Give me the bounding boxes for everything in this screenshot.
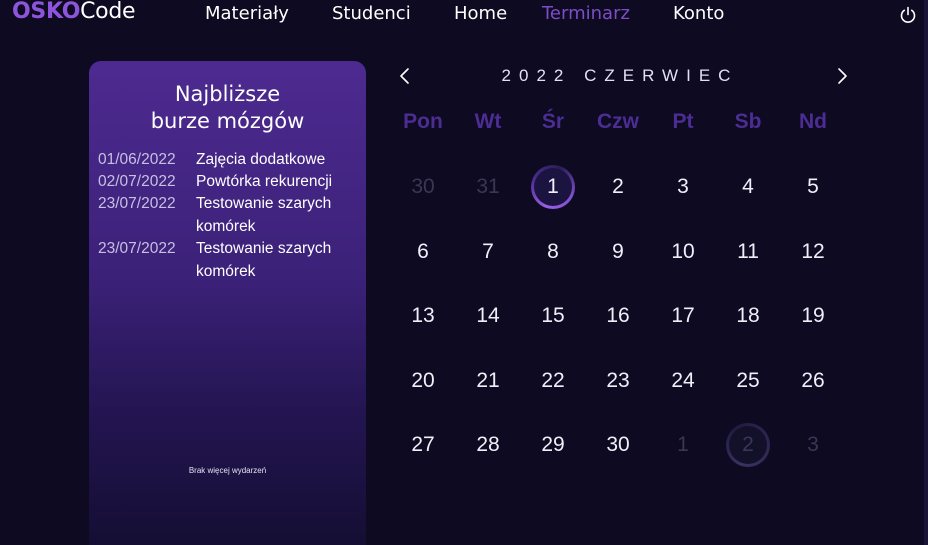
calendar-day[interactable]: 16: [586, 301, 650, 331]
calendar-day[interactable]: 25: [716, 366, 780, 396]
calendar-day[interactable]: 19: [781, 301, 845, 331]
calendar-day[interactable]: 14: [456, 301, 520, 331]
calendar-day[interactable]: 3: [651, 172, 715, 202]
calendar-day[interactable]: 12: [781, 237, 845, 267]
calendar-day[interactable]: 13: [391, 301, 455, 331]
nav-item-terminarz[interactable]: Terminarz: [542, 3, 630, 25]
calendar-day[interactable]: 7: [456, 237, 520, 267]
event-name: Testowanie szarych komórek: [196, 195, 332, 235]
nav-item-materialy[interactable]: Materiały: [205, 3, 289, 25]
calendar-day[interactable]: 4: [716, 172, 780, 202]
logo[interactable]: OSKOCode: [12, 0, 136, 24]
app-root: OSKOCode Materiały Studenci Home Termina…: [0, 0, 928, 545]
calendar-day[interactable]: 8: [521, 237, 585, 267]
calendar-day[interactable]: 24: [651, 366, 715, 396]
event-date: 23/07/2022: [98, 240, 176, 257]
chevron-right-icon[interactable]: [835, 67, 849, 85]
weekday-label: Śr: [541, 110, 565, 133]
calendar-day[interactable]: 30: [391, 172, 455, 202]
logo-text-code: Code: [80, 0, 136, 24]
panel-title-line1: Najbliższe: [174, 82, 281, 106]
month-title: 2022 CZERWIEC: [501, 66, 739, 85]
chevron-left-icon[interactable]: [398, 67, 412, 85]
calendar-day[interactable]: 26: [781, 366, 845, 396]
power-icon[interactable]: [899, 6, 917, 24]
calendar-day[interactable]: 29: [521, 430, 585, 460]
event-name: Testowanie szarych komórek: [196, 240, 332, 280]
calendar-day-today[interactable]: 1: [521, 172, 585, 202]
calendar-day[interactable]: 31: [456, 172, 520, 202]
weekday-label: Pt: [672, 110, 694, 133]
calendar-day[interactable]: 18: [716, 301, 780, 331]
scrollbar[interactable]: [924, 0, 928, 545]
event-name: Powtórka rekurencji: [196, 173, 333, 190]
panel-title-line2: burze mózgów: [150, 109, 305, 133]
logo-text-osko: OSKO: [12, 0, 81, 24]
nav-item-home[interactable]: Home: [454, 3, 507, 25]
event-name: Zajęcia dodatkowe: [196, 151, 326, 168]
event-date: 01/06/2022: [98, 151, 176, 168]
calendar-day[interactable]: 9: [586, 237, 650, 267]
weekday-label: Pon: [403, 110, 443, 133]
event-date: 23/07/2022: [98, 195, 176, 212]
weekday-label: Wt: [474, 110, 502, 133]
calendar-day[interactable]: 2: [586, 172, 650, 202]
calendar-day[interactable]: 5: [781, 172, 845, 202]
nav-item-studenci[interactable]: Studenci: [332, 3, 411, 25]
calendar-day[interactable]: 23: [586, 366, 650, 396]
no-more-events-text: Brak więcej wydarzeń: [188, 466, 267, 475]
nav-item-konto[interactable]: Konto: [673, 3, 724, 25]
calendar-day[interactable]: 20: [391, 366, 455, 396]
calendar-day[interactable]: 21: [456, 366, 520, 396]
calendar-day[interactable]: 28: [456, 430, 520, 460]
calendar-day[interactable]: 6: [391, 237, 455, 267]
calendar-day[interactable]: 17: [651, 301, 715, 331]
calendar-day[interactable]: 27: [391, 430, 455, 460]
calendar-day[interactable]: 3: [781, 430, 845, 460]
calendar-day[interactable]: 22: [521, 366, 585, 396]
calendar-day[interactable]: 11: [716, 237, 780, 267]
calendar-day[interactable]: 30: [586, 430, 650, 460]
upcoming-events-panel: Najbliższe burze mózgów 01/06/2022 Zajęc…: [89, 61, 366, 545]
calendar-day[interactable]: 1: [651, 430, 715, 460]
weekday-label: Czw: [597, 110, 639, 133]
weekday-label: Nd: [799, 110, 827, 133]
calendar-day[interactable]: 10: [651, 237, 715, 267]
weekday-label: Sb: [734, 110, 762, 133]
calendar-day[interactable]: 15: [521, 301, 585, 331]
calendar-day-highlighted[interactable]: 2: [716, 430, 780, 460]
panel-title: Najbliższe burze mózgów: [89, 81, 366, 135]
event-date: 02/07/2022: [98, 173, 176, 190]
